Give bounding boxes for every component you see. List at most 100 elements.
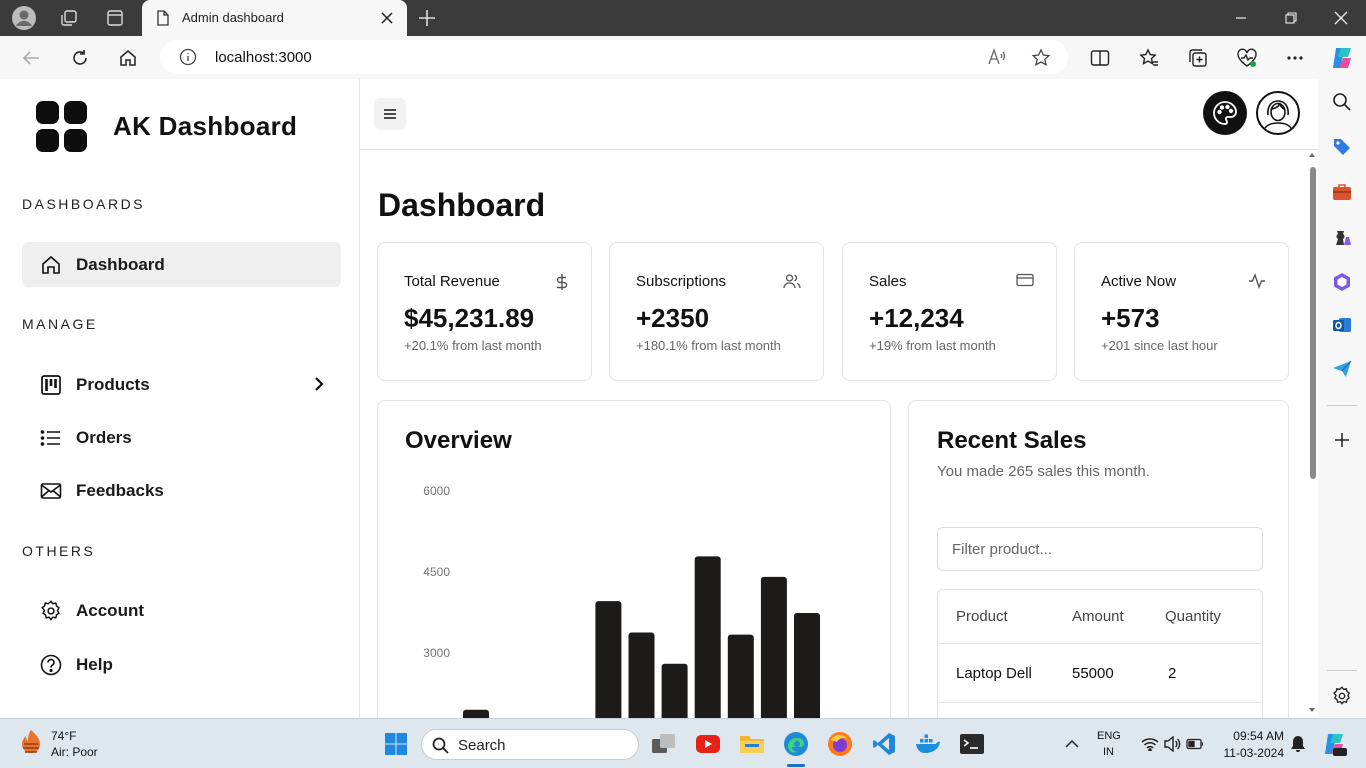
tools-briefcase-icon[interactable] [1330, 180, 1354, 204]
avatar[interactable] [1256, 91, 1300, 135]
filter-product-input[interactable] [937, 527, 1263, 571]
games-icon[interactable] [1330, 225, 1354, 249]
sidebar-item-label: Help [76, 654, 113, 674]
card-value: +573 [1101, 303, 1160, 333]
stat-card-subscriptions: Subscriptions +2350 +180.1% from last mo… [609, 242, 824, 381]
outlook-icon[interactable] [1330, 313, 1354, 337]
copilot-preview-icon[interactable] [1320, 730, 1348, 758]
microsoft-365-icon[interactable] [1330, 270, 1354, 294]
menu-toggle-button[interactable] [374, 98, 406, 130]
show-hidden-icons-icon[interactable] [1058, 730, 1086, 758]
add-sidebar-app-icon[interactable] [1330, 428, 1354, 452]
recent-sales-panel: Recent Sales You made 265 sales this mon… [908, 400, 1289, 718]
favorites-icon[interactable] [1136, 45, 1162, 71]
theme-button[interactable] [1203, 91, 1247, 135]
file-explorer-icon[interactable] [738, 730, 766, 758]
profile-icon[interactable] [11, 5, 37, 31]
restore-icon[interactable] [1266, 0, 1316, 36]
docker-icon[interactable] [914, 730, 942, 758]
edge-browser-icon[interactable] [782, 730, 810, 758]
site-info-icon[interactable] [179, 48, 197, 66]
chart-bar[interactable] [694, 556, 721, 718]
cell-amount: 55000 [1072, 665, 1114, 682]
credit-card-icon [1016, 273, 1034, 287]
stat-card-sales: Sales +12,234 +19% from last month [842, 242, 1057, 381]
section-title-manage: MANAGE [22, 316, 98, 332]
y-tick-label: 6000 [423, 484, 450, 498]
sidebar-item-label: Feedbacks [76, 480, 164, 500]
copilot-icon[interactable] [1329, 45, 1355, 71]
chart-bar[interactable] [661, 663, 688, 718]
vscode-icon[interactable] [870, 730, 898, 758]
more-options-icon[interactable] [1282, 45, 1308, 71]
firefox-icon[interactable] [826, 730, 854, 758]
region-indicator[interactable]: IN [1103, 746, 1114, 758]
user-avatar-icon [1262, 100, 1294, 133]
search-sidebar-icon[interactable] [1330, 90, 1354, 114]
taskbar-search[interactable]: Search [421, 729, 639, 760]
browser-tab-active[interactable]: Admin dashboard [142, 0, 407, 36]
workspaces-icon[interactable] [56, 5, 82, 31]
chevron-right-icon[interactable] [313, 376, 325, 392]
sidebar-item-account[interactable]: Account [22, 588, 341, 633]
back-icon[interactable] [18, 45, 44, 71]
terminal-icon[interactable] [958, 730, 986, 758]
read-aloud-icon[interactable] [987, 48, 1007, 66]
column-header-product[interactable]: Product [956, 608, 1008, 625]
mail-icon [40, 480, 62, 502]
tab-title: Admin dashboard [182, 10, 284, 25]
chart-bar[interactable] [760, 576, 787, 718]
search-icon [432, 737, 449, 754]
recent-sales-subtitle: You made 265 sales this month. [937, 463, 1150, 480]
minimize-icon[interactable] [1216, 0, 1266, 36]
youtube-icon[interactable] [694, 730, 722, 758]
sidebar-item-orders[interactable]: Orders [22, 415, 341, 460]
task-view-icon[interactable] [650, 730, 678, 758]
tab-actions-icon[interactable] [102, 5, 128, 31]
windows-start-icon[interactable] [382, 730, 410, 758]
sidebar-settings-icon[interactable] [1330, 684, 1354, 708]
chart-bar[interactable] [628, 632, 655, 718]
language-indicator[interactable]: ENG [1097, 730, 1121, 742]
row-divider [938, 702, 1262, 703]
sidebar-item-feedbacks[interactable]: Feedbacks [22, 468, 341, 513]
chart-bar[interactable] [727, 634, 754, 718]
reload-icon[interactable] [67, 45, 93, 71]
sidebar-item-label: Account [76, 600, 144, 620]
dollar-icon [555, 273, 569, 291]
sidebar-item-dashboard[interactable]: Dashboard [22, 242, 341, 287]
page-title: Dashboard [378, 187, 546, 223]
favorite-star-icon[interactable] [1031, 48, 1051, 68]
browser-essentials-icon[interactable] [1234, 45, 1260, 71]
overview-title: Overview [405, 427, 512, 454]
column-header-quantity[interactable]: Quantity [1165, 608, 1221, 625]
close-tab-icon[interactable] [378, 9, 396, 27]
address-text[interactable]: localhost:3000 [215, 49, 312, 66]
palette-icon [1213, 101, 1237, 125]
clock-date[interactable]: 11-03-2024 [1222, 746, 1285, 760]
battery-icon[interactable] [1181, 730, 1209, 758]
scrollbar-thumb[interactable] [1310, 167, 1316, 479]
notification-bell-icon[interactable] [1284, 730, 1312, 758]
card-value: +12,234 [869, 303, 964, 333]
recent-sales-table: Product Amount Quantity Laptop Dell 5500… [937, 589, 1263, 718]
sidebar-item-products[interactable]: Products [22, 362, 341, 407]
close-window-icon[interactable] [1316, 0, 1366, 36]
chart-bar[interactable] [595, 601, 622, 718]
weather-condition[interactable]: Air: Poor [51, 745, 98, 759]
home-browser-icon[interactable] [115, 45, 141, 71]
shopping-tag-icon[interactable] [1330, 135, 1354, 159]
split-screen-icon[interactable] [1087, 45, 1113, 71]
chart-bar[interactable] [794, 613, 820, 718]
weather-temperature[interactable]: 74°F [51, 729, 76, 743]
column-header-amount[interactable]: Amount [1072, 608, 1124, 625]
sidebar-item-help[interactable]: Help [22, 642, 341, 687]
chart-bar[interactable] [463, 709, 489, 718]
address-bar[interactable]: localhost:3000 [160, 40, 1068, 74]
weather-icon[interactable] [18, 728, 44, 756]
send-icon[interactable] [1330, 357, 1354, 381]
collections-icon[interactable] [1185, 45, 1211, 71]
clock-time[interactable]: 09:54 AM [1222, 729, 1284, 743]
help-icon [40, 654, 62, 676]
new-tab-icon[interactable] [414, 5, 440, 31]
